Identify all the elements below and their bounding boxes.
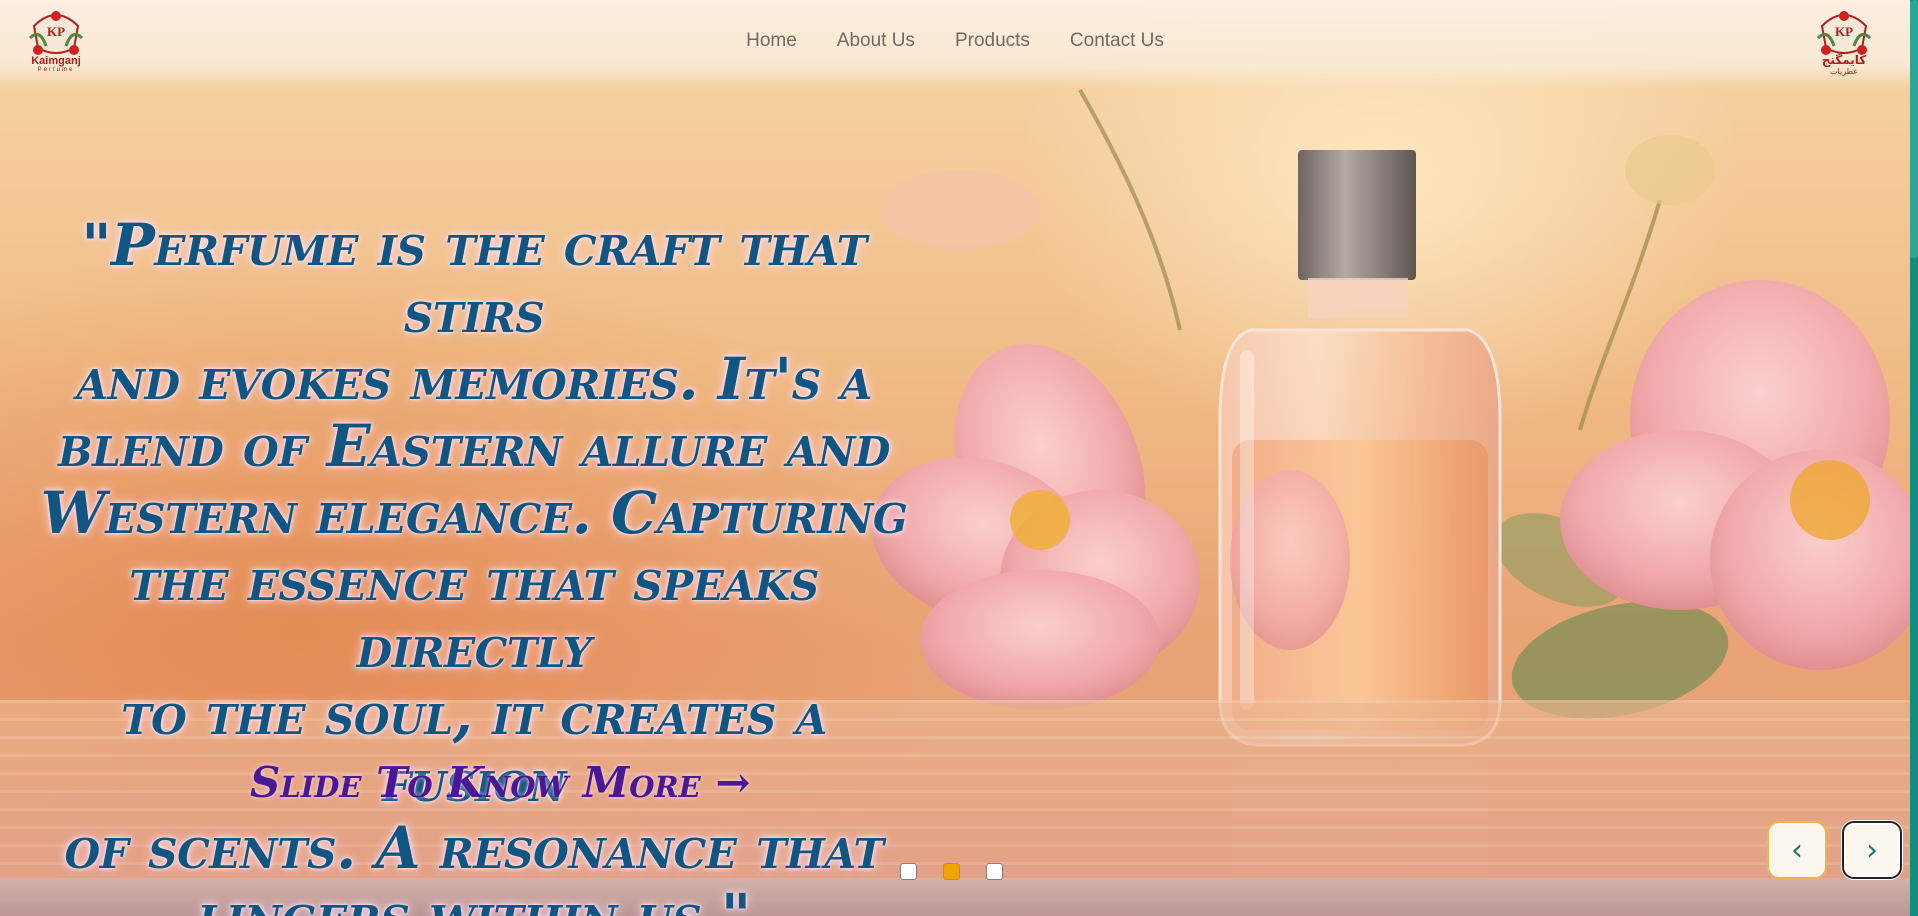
main-nav: Home About Us Products Contact Us (0, 30, 1910, 52)
page: KP Kaimganj Perfume Home About Us Produc… (0, 0, 1918, 916)
slide-to-know-more-link[interactable]: Slide To Know More → (250, 758, 751, 807)
nav-about-us[interactable]: About Us (837, 30, 915, 52)
flower-bud-shape (1625, 135, 1715, 205)
perfume-bottle (1218, 150, 1502, 747)
quote-line: "Perfume is the craft that stirs (81, 211, 867, 346)
slider-indicators (900, 863, 1003, 880)
crest-icon: KP (1816, 11, 1872, 55)
hero-quote: "Perfume is the craft that stirs and evo… (24, 212, 924, 916)
quote-line: and evokes memories. It's a (76, 345, 872, 413)
svg-text:KP: KP (1835, 24, 1853, 39)
quote-line: blend of Eastern allure and (58, 412, 890, 480)
chevron-left-icon: ‹ (1791, 832, 1803, 868)
chevron-right-icon: › (1866, 832, 1878, 868)
scrollbar-thumb[interactable] (1910, 0, 1918, 258)
next-slide-button[interactable]: › (1842, 821, 1902, 879)
nav-home[interactable]: Home (746, 30, 797, 52)
slide-indicator-3[interactable] (986, 863, 1003, 880)
slide-indicator-1[interactable] (900, 863, 917, 880)
slide-indicator-2[interactable] (943, 863, 960, 880)
site-header: KP Kaimganj Perfume Home About Us Produc… (0, 0, 1910, 88)
brand-name-arabic: كايمگنج (1821, 53, 1867, 67)
brand-name: Kaimganj (31, 55, 81, 67)
nav-contact-us[interactable]: Contact Us (1070, 30, 1164, 52)
nav-products[interactable]: Products (955, 30, 1030, 52)
stem-shape (1078, 89, 1182, 331)
brand-subtitle: Perfume (37, 67, 75, 73)
brand-subtitle-arabic: عطريات (1830, 67, 1858, 76)
quote-line: the essence that speaks directly (129, 546, 819, 681)
brand-logo-right[interactable]: KP كايمگنج عطريات (1812, 8, 1876, 76)
previous-slide-button[interactable]: ‹ (1767, 821, 1827, 879)
quote-line: Western elegance. Capturing (40, 479, 908, 547)
quote-line: lingers within us." (197, 881, 751, 916)
quote-line: of scents. A resonance that (64, 814, 885, 882)
